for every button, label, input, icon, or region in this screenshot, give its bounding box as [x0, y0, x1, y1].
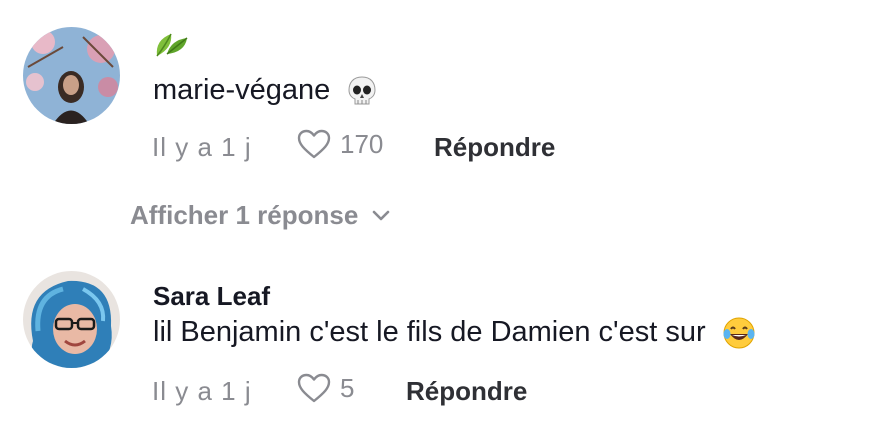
view-replies-label: Afficher 1 réponse: [130, 200, 359, 230]
laughing-tears-icon: [723, 317, 755, 349]
like-button[interactable]: 170: [296, 128, 383, 160]
like-count: 170: [340, 128, 384, 159]
comment-username[interactable]: marie-végane: [153, 74, 378, 107]
reply-button[interactable]: Répondre: [434, 132, 555, 163]
comment-text-body: lil Benjamin c'est le fils de Damien c'e…: [153, 316, 706, 348]
heart-icon: [297, 129, 331, 159]
comment-timestamp: Il y a 1 j: [152, 132, 252, 162]
avatar[interactable]: [23, 27, 120, 124]
comment-username[interactable]: Sara Leaf: [153, 281, 270, 312]
chevron-down-icon: [372, 210, 390, 220]
leaf-icon: [156, 33, 188, 57]
comment-timestamp: Il y a 1 j: [152, 376, 252, 406]
heart-icon: [297, 373, 331, 403]
avatar-image: [23, 271, 120, 368]
avatar-image: [23, 27, 120, 124]
comment-text: lil Benjamin c'est le fils de Damien c'e…: [153, 316, 756, 350]
like-count: 5: [340, 372, 355, 403]
username-text[interactable]: marie-végane: [153, 74, 330, 106]
view-replies-button[interactable]: Afficher 1 réponse: [130, 200, 390, 231]
like-button[interactable]: 5: [296, 372, 354, 404]
reply-button[interactable]: Répondre: [406, 376, 527, 407]
avatar[interactable]: [23, 271, 120, 368]
skull-icon: [348, 76, 376, 105]
